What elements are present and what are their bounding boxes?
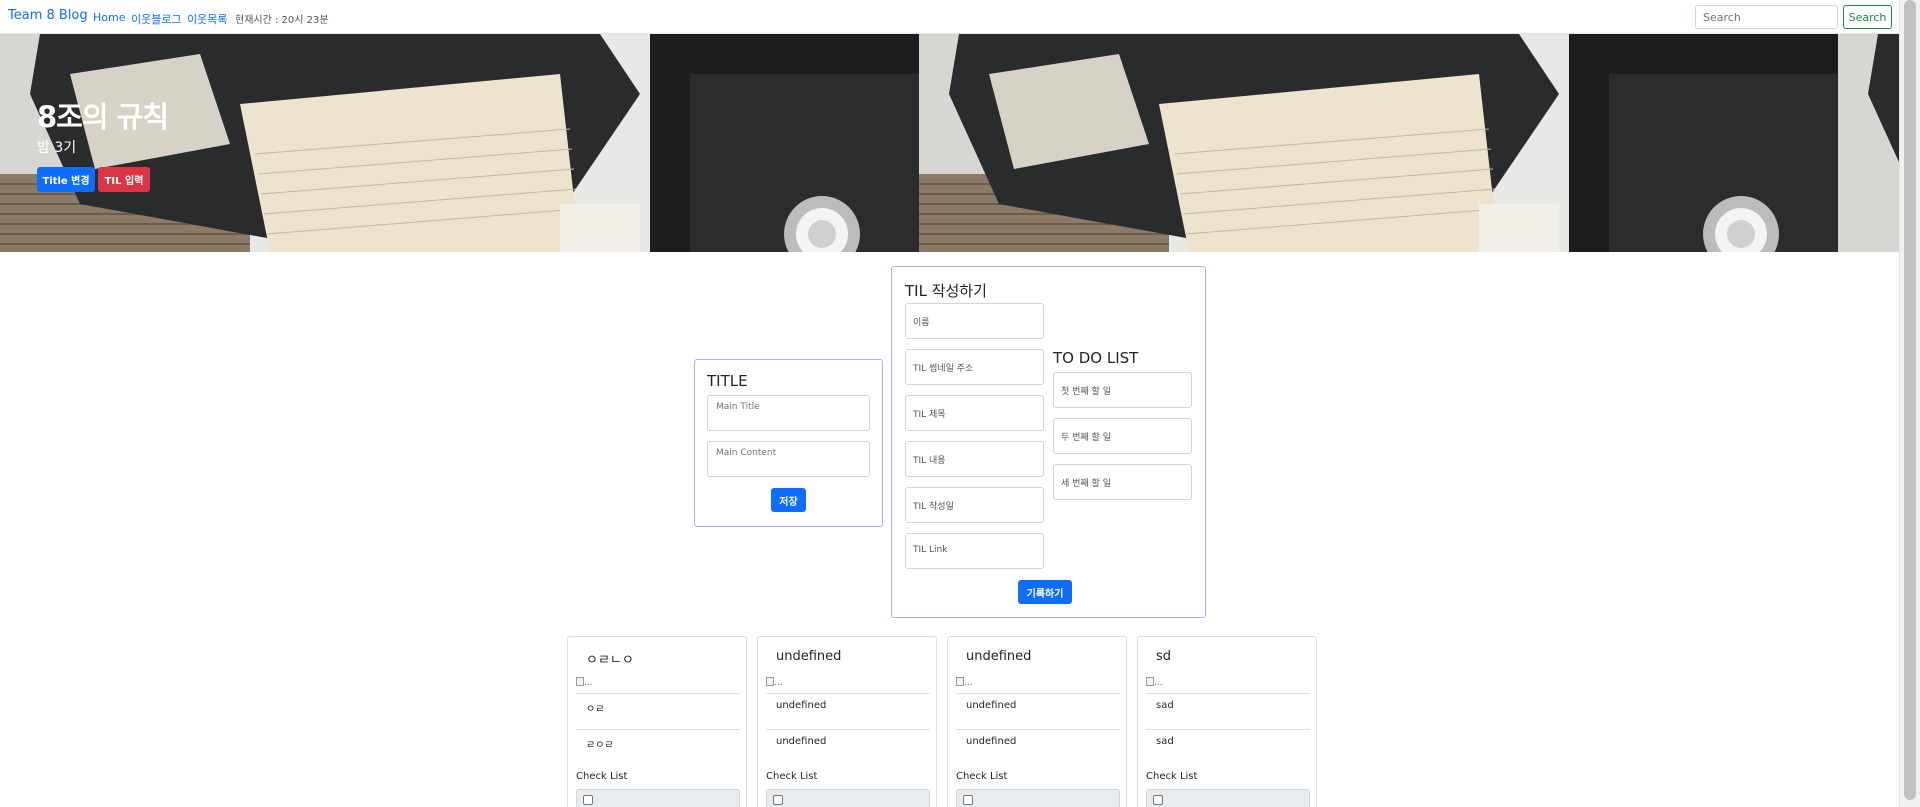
divider [1146, 729, 1310, 730]
divider [956, 693, 1120, 694]
post-card: sd ... sad sad Check List [1137, 636, 1317, 807]
post-line-1: ㅇㄹ [586, 704, 605, 715]
nav-link-neighbor-blog[interactable]: 이웃블로그 [131, 11, 182, 27]
til-input-button[interactable]: TIL 입력 [98, 167, 150, 192]
post-title: ㅇㄹㄴㅇ [586, 653, 634, 668]
checkbox[interactable] [963, 795, 973, 805]
main-content-input[interactable]: Main Content [707, 441, 870, 477]
post-thumbnail-alt: ... [584, 678, 593, 688]
check-list-item [576, 789, 740, 807]
check-list-item [1146, 789, 1310, 807]
divider [576, 693, 740, 694]
til-link-input[interactable]: TIL Link [905, 533, 1044, 569]
broken-image-icon [1146, 677, 1154, 686]
hero-title: 8조의 규칙 [37, 100, 169, 134]
post-thumbnail-broken-image: ... [576, 677, 596, 689]
search-button[interactable]: Search [1843, 5, 1892, 29]
broken-image-icon [576, 677, 584, 686]
til-date-input[interactable]: TIL 작성일 [905, 487, 1044, 523]
til-title-input[interactable]: TIL 제목 [905, 395, 1044, 431]
hero-background-image-repeat [919, 34, 1838, 252]
post-title: undefined [966, 649, 1032, 664]
post-line-2: ㄹㅇㄹ [586, 740, 614, 751]
post-line-1: sad [1156, 700, 1174, 711]
record-button[interactable]: 기록하기 [1018, 580, 1072, 604]
check-list-label: Check List [766, 771, 818, 782]
change-title-button[interactable]: Title 변경 [37, 167, 95, 192]
hero-banner: 8조의 규칙 밤 3기 Title 변경 TIL 입력 [0, 34, 1899, 252]
check-list-label: Check List [1146, 771, 1198, 782]
save-button[interactable]: 저장 [771, 488, 806, 512]
divider [766, 693, 930, 694]
post-card: ㅇㄹㄴㅇ ... ㅇㄹ ㄹㅇㄹ Check List [567, 636, 747, 807]
til-thumbnail-input[interactable]: TIL 썸네일 주소 [905, 349, 1044, 385]
post-thumbnail-broken-image: ... [766, 677, 786, 689]
page: Team 8 Blog Home 이웃블로그 이웃목록 현재시간 : 20시 2… [0, 0, 1920, 807]
post-line-2: undefined [776, 736, 827, 747]
til-form-heading: TIL 작성하기 [905, 282, 987, 300]
check-list-label: Check List [956, 771, 1008, 782]
post-title: sd [1156, 649, 1172, 664]
title-form-heading: TITLE [707, 372, 748, 390]
checkbox[interactable] [583, 795, 593, 805]
post-line-2: sad [1156, 736, 1174, 747]
check-list-item [956, 789, 1120, 807]
post-title: undefined [776, 649, 842, 664]
post-thumbnail-alt: ... [774, 678, 783, 688]
nav-link-neighbor-list[interactable]: 이웃목록 [187, 11, 227, 27]
todo-input-2[interactable]: 두 번째 할 일 [1053, 418, 1192, 454]
todo-input-1[interactable]: 첫 번째 할 일 [1053, 372, 1192, 408]
til-content-input[interactable]: TIL 내용 [905, 441, 1044, 477]
todo-heading: TO DO LIST [1053, 349, 1139, 367]
til-form-card: TIL 작성하기 이름 TIL 썸네일 주소 TIL 제목 TIL 내용 TIL… [891, 266, 1206, 618]
til-name-input[interactable]: 이름 [905, 303, 1044, 339]
divider [1146, 693, 1310, 694]
divider [956, 729, 1120, 730]
hero-background-image [0, 34, 919, 252]
search-input[interactable] [1695, 5, 1838, 29]
post-thumbnail-broken-image: ... [956, 677, 976, 689]
post-thumbnail-broken-image: ... [1146, 677, 1166, 689]
post-line-1: undefined [966, 700, 1017, 711]
scrollbar-thumb[interactable] [1904, 0, 1916, 800]
post-line-2: undefined [966, 736, 1017, 747]
post-thumbnail-alt: ... [964, 678, 973, 688]
nav-link-home[interactable]: Home [93, 11, 125, 24]
checkbox[interactable] [773, 795, 783, 805]
post-thumbnail-alt: ... [1154, 678, 1163, 688]
brand-link[interactable]: Team 8 Blog [8, 8, 88, 23]
post-card: undefined ... undefined undefined Check … [757, 636, 937, 807]
broken-image-icon [766, 677, 774, 686]
navbar: Team 8 Blog Home 이웃블로그 이웃목록 현재시간 : 20시 2… [0, 0, 1899, 34]
current-time: 현재시간 : 20시 23분 [235, 15, 329, 26]
todo-input-3[interactable]: 세 번째 할 일 [1053, 464, 1192, 500]
divider [576, 729, 740, 730]
hero-subtitle: 밤 3기 [37, 140, 77, 156]
hero-background-image-edge [1838, 34, 1899, 252]
checkbox[interactable] [1153, 795, 1163, 805]
post-line-1: undefined [776, 700, 827, 711]
divider [766, 729, 930, 730]
check-list-label: Check List [576, 771, 628, 782]
page-scrollbar[interactable] [1899, 0, 1920, 807]
title-form-card: TITLE Main Title Main Content 저장 [694, 359, 883, 527]
post-card: undefined ... undefined undefined Check … [947, 636, 1127, 807]
check-list-item [766, 789, 930, 807]
main-title-input[interactable]: Main Title [707, 395, 870, 431]
broken-image-icon [956, 677, 964, 686]
